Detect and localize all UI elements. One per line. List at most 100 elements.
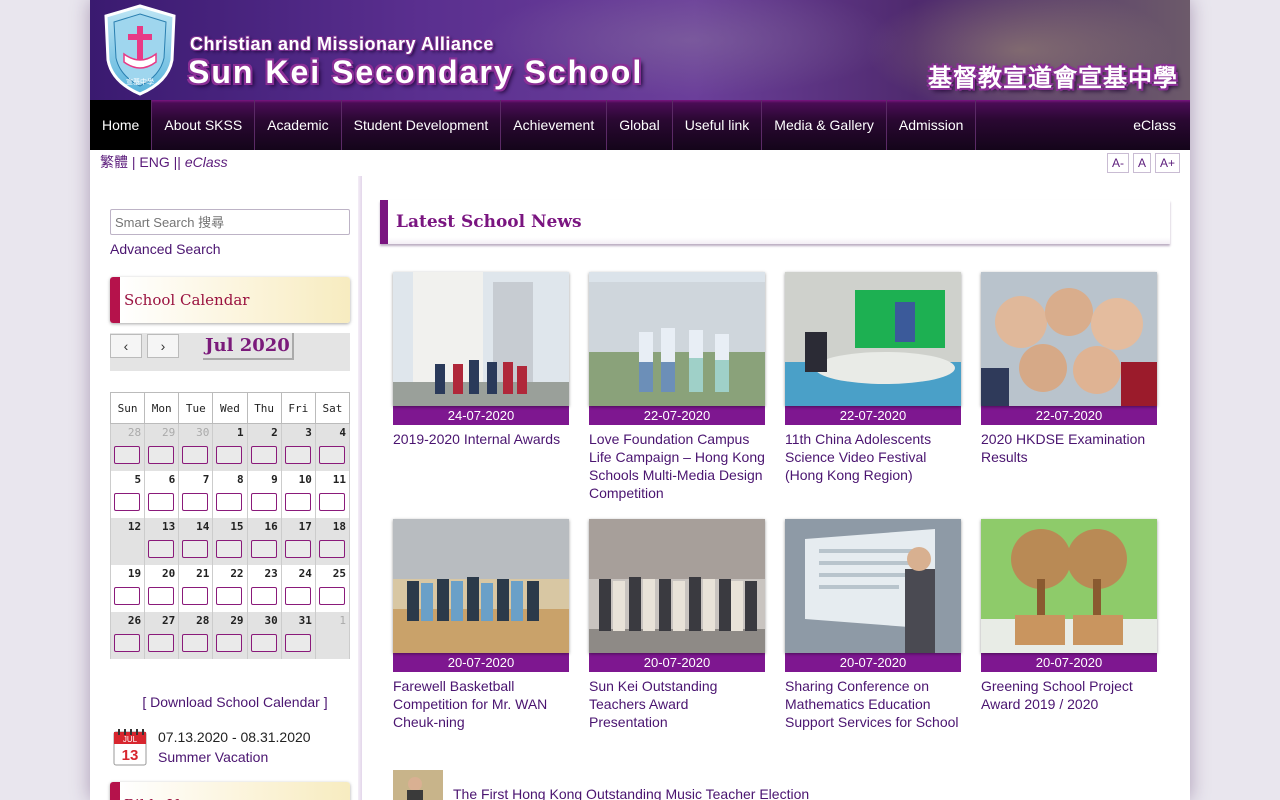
calendar-event-slot[interactable] <box>318 446 345 464</box>
event-name-link[interactable]: Summer Vacation <box>158 749 268 765</box>
news-title[interactable]: Sharing Conference on Mathematics Educat… <box>785 677 961 731</box>
nav-item-home[interactable]: Home <box>90 100 153 150</box>
calendar-event-slot[interactable] <box>318 587 345 605</box>
calendar-event-slot[interactable] <box>318 540 345 558</box>
eclass-link[interactable]: eClass <box>185 154 228 170</box>
calendar-day-cell[interactable]: 30 <box>246 612 282 659</box>
calendar-day-cell[interactable]: 22 <box>212 565 248 612</box>
news-title[interactable]: 2020 HKDSE Examination Results <box>981 430 1157 466</box>
news-image[interactable] <box>589 519 765 653</box>
calendar-day-cell[interactable]: 4 <box>314 423 351 471</box>
calendar-day-cell[interactable]: 15 <box>212 518 248 565</box>
calendar-event-slot[interactable] <box>284 587 311 605</box>
news-title[interactable]: Greening School Project Award 2019 / 202… <box>981 677 1157 713</box>
calendar-day-cell[interactable]: 2 <box>246 423 282 471</box>
lang-english-link[interactable]: ENG <box>139 154 169 170</box>
calendar-day-cell[interactable]: 12 <box>109 518 146 565</box>
advanced-search-link[interactable]: Advanced Search <box>110 241 221 257</box>
calendar-day-cell[interactable]: 5 <box>109 471 146 518</box>
school-crest-logo[interactable]: 宣基中學 <box>102 4 178 96</box>
calendar-day-cell[interactable]: 13 <box>144 518 180 565</box>
nav-eclass-link[interactable]: eClass <box>1119 100 1190 150</box>
calendar-event-slot[interactable] <box>250 446 277 464</box>
calendar-day-cell[interactable]: 30 <box>178 423 214 471</box>
calendar-day-cell[interactable]: 26 <box>109 612 146 659</box>
calendar-prev-button[interactable]: ‹ <box>110 334 142 358</box>
nav-item-achievement[interactable]: Achievement <box>501 100 608 150</box>
news-title[interactable]: Love Foundation Campus Life Campaign – H… <box>589 430 765 502</box>
news-card[interactable]: 22-07-2020 2020 HKDSE Examination Result… <box>981 272 1157 466</box>
calendar-day-cell[interactable]: 28 <box>178 612 214 659</box>
calendar-event-slot[interactable] <box>148 540 175 558</box>
nav-item-media-gallery[interactable]: Media & Gallery <box>762 100 887 150</box>
calendar-day-cell[interactable]: 20 <box>144 565 180 612</box>
calendar-day-cell[interactable]: 10 <box>280 471 316 518</box>
calendar-event-slot[interactable] <box>216 446 243 464</box>
calendar-day-cell[interactable]: 11 <box>314 471 351 518</box>
news-image[interactable] <box>981 519 1157 653</box>
news-thumbnail[interactable] <box>393 770 443 800</box>
calendar-day-cell[interactable]: 31 <box>280 612 316 659</box>
calendar-day-cell[interactable]: 19 <box>109 565 146 612</box>
news-image[interactable] <box>393 519 569 653</box>
calendar-event-slot[interactable] <box>284 634 311 652</box>
font-larger-button[interactable]: A+ <box>1154 153 1180 173</box>
news-card[interactable]: 20-07-2020 Sharing Conference on Mathema… <box>785 519 961 731</box>
news-card[interactable]: 24-07-2020 2019-2020 Internal Awards <box>393 272 569 448</box>
calendar-day-cell[interactable]: 6 <box>144 471 180 518</box>
calendar-event-slot[interactable] <box>216 587 243 605</box>
news-title[interactable]: 11th China Adolescents Science Video Fes… <box>785 430 961 484</box>
news-card[interactable]: 22-07-2020 Love Foundation Campus Life C… <box>589 272 765 502</box>
news-image[interactable] <box>785 272 961 406</box>
calendar-day-cell[interactable]: 16 <box>246 518 282 565</box>
calendar-event-slot[interactable] <box>182 587 209 605</box>
calendar-event-slot[interactable] <box>250 634 277 652</box>
calendar-day-cell[interactable]: 18 <box>314 518 351 565</box>
calendar-event-slot[interactable] <box>216 634 243 652</box>
calendar-day-cell[interactable]: 7 <box>178 471 214 518</box>
news-title[interactable]: Farewell Basketball Competition for Mr. … <box>393 677 569 731</box>
calendar-day-cell[interactable]: 9 <box>246 471 282 518</box>
calendar-event-slot[interactable] <box>148 493 175 511</box>
nav-item-academic[interactable]: Academic <box>255 100 342 150</box>
news-card[interactable]: 20-07-2020 Sun Kei Outstanding Teachers … <box>589 519 765 731</box>
news-image[interactable] <box>785 519 961 653</box>
nav-item-global[interactable]: Global <box>607 100 673 150</box>
calendar-day-cell[interactable]: 14 <box>178 518 214 565</box>
calendar-event-slot[interactable] <box>318 493 345 511</box>
news-image[interactable] <box>981 272 1157 406</box>
news-card[interactable]: 20-07-2020 Farewell Basketball Competiti… <box>393 519 569 731</box>
calendar-day-cell[interactable]: 29 <box>212 612 248 659</box>
calendar-event-slot[interactable] <box>284 493 311 511</box>
calendar-event-slot[interactable] <box>250 587 277 605</box>
font-normal-button[interactable]: A <box>1132 153 1151 173</box>
download-calendar-link[interactable]: Download School Calendar <box>150 694 320 710</box>
calendar-day-cell[interactable]: 28 <box>109 423 146 471</box>
calendar-day-cell[interactable]: 3 <box>280 423 316 471</box>
calendar-event-slot[interactable] <box>114 493 140 511</box>
news-image[interactable] <box>589 272 765 406</box>
calendar-day-cell[interactable]: 17 <box>280 518 316 565</box>
calendar-event-slot[interactable] <box>114 634 140 652</box>
calendar-event-slot[interactable] <box>216 540 243 558</box>
calendar-event-slot[interactable] <box>284 446 311 464</box>
news-card[interactable]: 22-07-2020 11th China Adolescents Scienc… <box>785 272 961 484</box>
news-list-title[interactable]: The First Hong Kong Outstanding Music Te… <box>453 786 809 800</box>
news-title[interactable]: 2019-2020 Internal Awards <box>393 430 569 448</box>
lang-traditional-link[interactable]: 繁體 <box>100 154 128 170</box>
calendar-day-cell[interactable]: 25 <box>314 565 351 612</box>
calendar-day-cell[interactable]: 29 <box>144 423 180 471</box>
calendar-event-slot[interactable] <box>284 540 311 558</box>
news-image[interactable] <box>393 272 569 406</box>
calendar-day-cell[interactable]: 27 <box>144 612 180 659</box>
calendar-event-slot[interactable] <box>148 446 175 464</box>
nav-item-admission[interactable]: Admission <box>887 100 977 150</box>
calendar-day-cell[interactable]: 23 <box>246 565 282 612</box>
nav-item-about[interactable]: About SKSS <box>152 100 256 150</box>
calendar-day-cell[interactable]: 24 <box>280 565 316 612</box>
calendar-event-slot[interactable] <box>182 493 209 511</box>
font-smaller-button[interactable]: A- <box>1106 153 1129 173</box>
calendar-event-slot[interactable] <box>148 587 175 605</box>
calendar-day-cell[interactable]: 1 <box>314 612 351 659</box>
calendar-event-slot[interactable] <box>216 493 243 511</box>
